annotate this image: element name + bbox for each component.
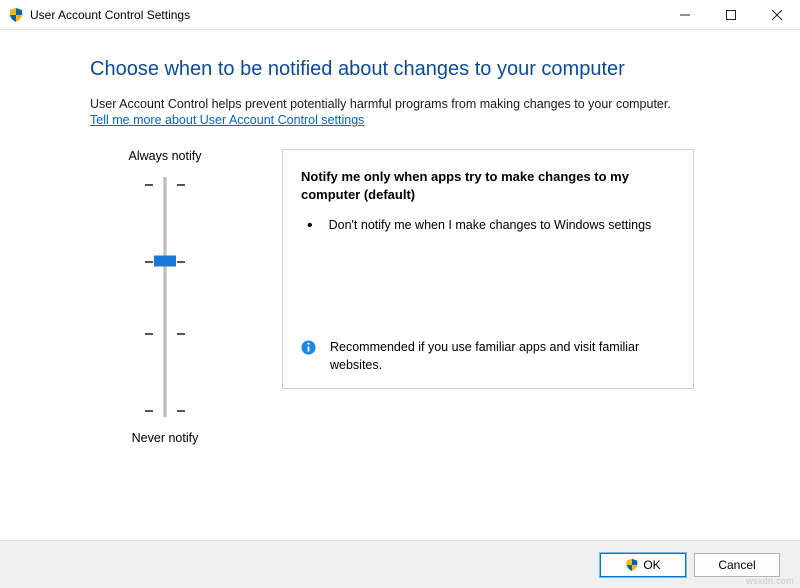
slider-thumb[interactable] bbox=[154, 256, 176, 267]
uac-shield-icon bbox=[625, 558, 639, 572]
maximize-button[interactable] bbox=[708, 0, 754, 30]
panel-footer-text: Recommended if you use familiar apps and… bbox=[330, 339, 675, 374]
slider-tick bbox=[177, 410, 185, 412]
learn-more-link[interactable]: Tell me more about User Account Control … bbox=[90, 113, 364, 127]
panel-bullet-list: Don't notify me when I make changes to W… bbox=[307, 217, 675, 339]
page-description: User Account Control helps prevent poten… bbox=[90, 97, 800, 111]
cancel-button-label: Cancel bbox=[718, 558, 755, 572]
title-bar: User Account Control Settings bbox=[0, 0, 800, 30]
window-title: User Account Control Settings bbox=[30, 8, 190, 22]
panel-bullet-text: Don't notify me when I make changes to W… bbox=[329, 217, 652, 235]
info-panel: Notify me only when apps try to make cha… bbox=[282, 149, 694, 389]
slider-column: Always notify Never notify bbox=[90, 149, 240, 445]
content-area: Choose when to be notified about changes… bbox=[0, 30, 800, 540]
slider-tick bbox=[177, 261, 185, 263]
slider-tick bbox=[177, 184, 185, 186]
uac-shield-icon bbox=[8, 7, 24, 23]
watermark: wsxdn.com bbox=[746, 576, 794, 586]
cancel-button[interactable]: Cancel bbox=[694, 553, 780, 577]
panel-footer: Recommended if you use familiar apps and… bbox=[301, 339, 675, 374]
slider-tick bbox=[145, 410, 153, 412]
panel-bullet: Don't notify me when I make changes to W… bbox=[307, 217, 675, 235]
close-button[interactable] bbox=[754, 0, 800, 30]
page-heading: Choose when to be notified about changes… bbox=[90, 58, 800, 81]
notification-slider[interactable] bbox=[135, 177, 195, 417]
ok-button-label: OK bbox=[643, 558, 660, 572]
slider-tick bbox=[145, 184, 153, 186]
slider-tick bbox=[145, 261, 153, 263]
slider-label-never: Never notify bbox=[132, 431, 199, 445]
minimize-button[interactable] bbox=[662, 0, 708, 30]
slider-label-always: Always notify bbox=[129, 149, 202, 163]
button-bar: OK Cancel bbox=[0, 540, 800, 588]
info-icon bbox=[301, 340, 316, 355]
slider-track-line bbox=[164, 177, 167, 417]
ok-button[interactable]: OK bbox=[600, 553, 686, 577]
slider-tick bbox=[177, 333, 185, 335]
panel-title: Notify me only when apps try to make cha… bbox=[301, 168, 675, 203]
slider-tick bbox=[145, 333, 153, 335]
